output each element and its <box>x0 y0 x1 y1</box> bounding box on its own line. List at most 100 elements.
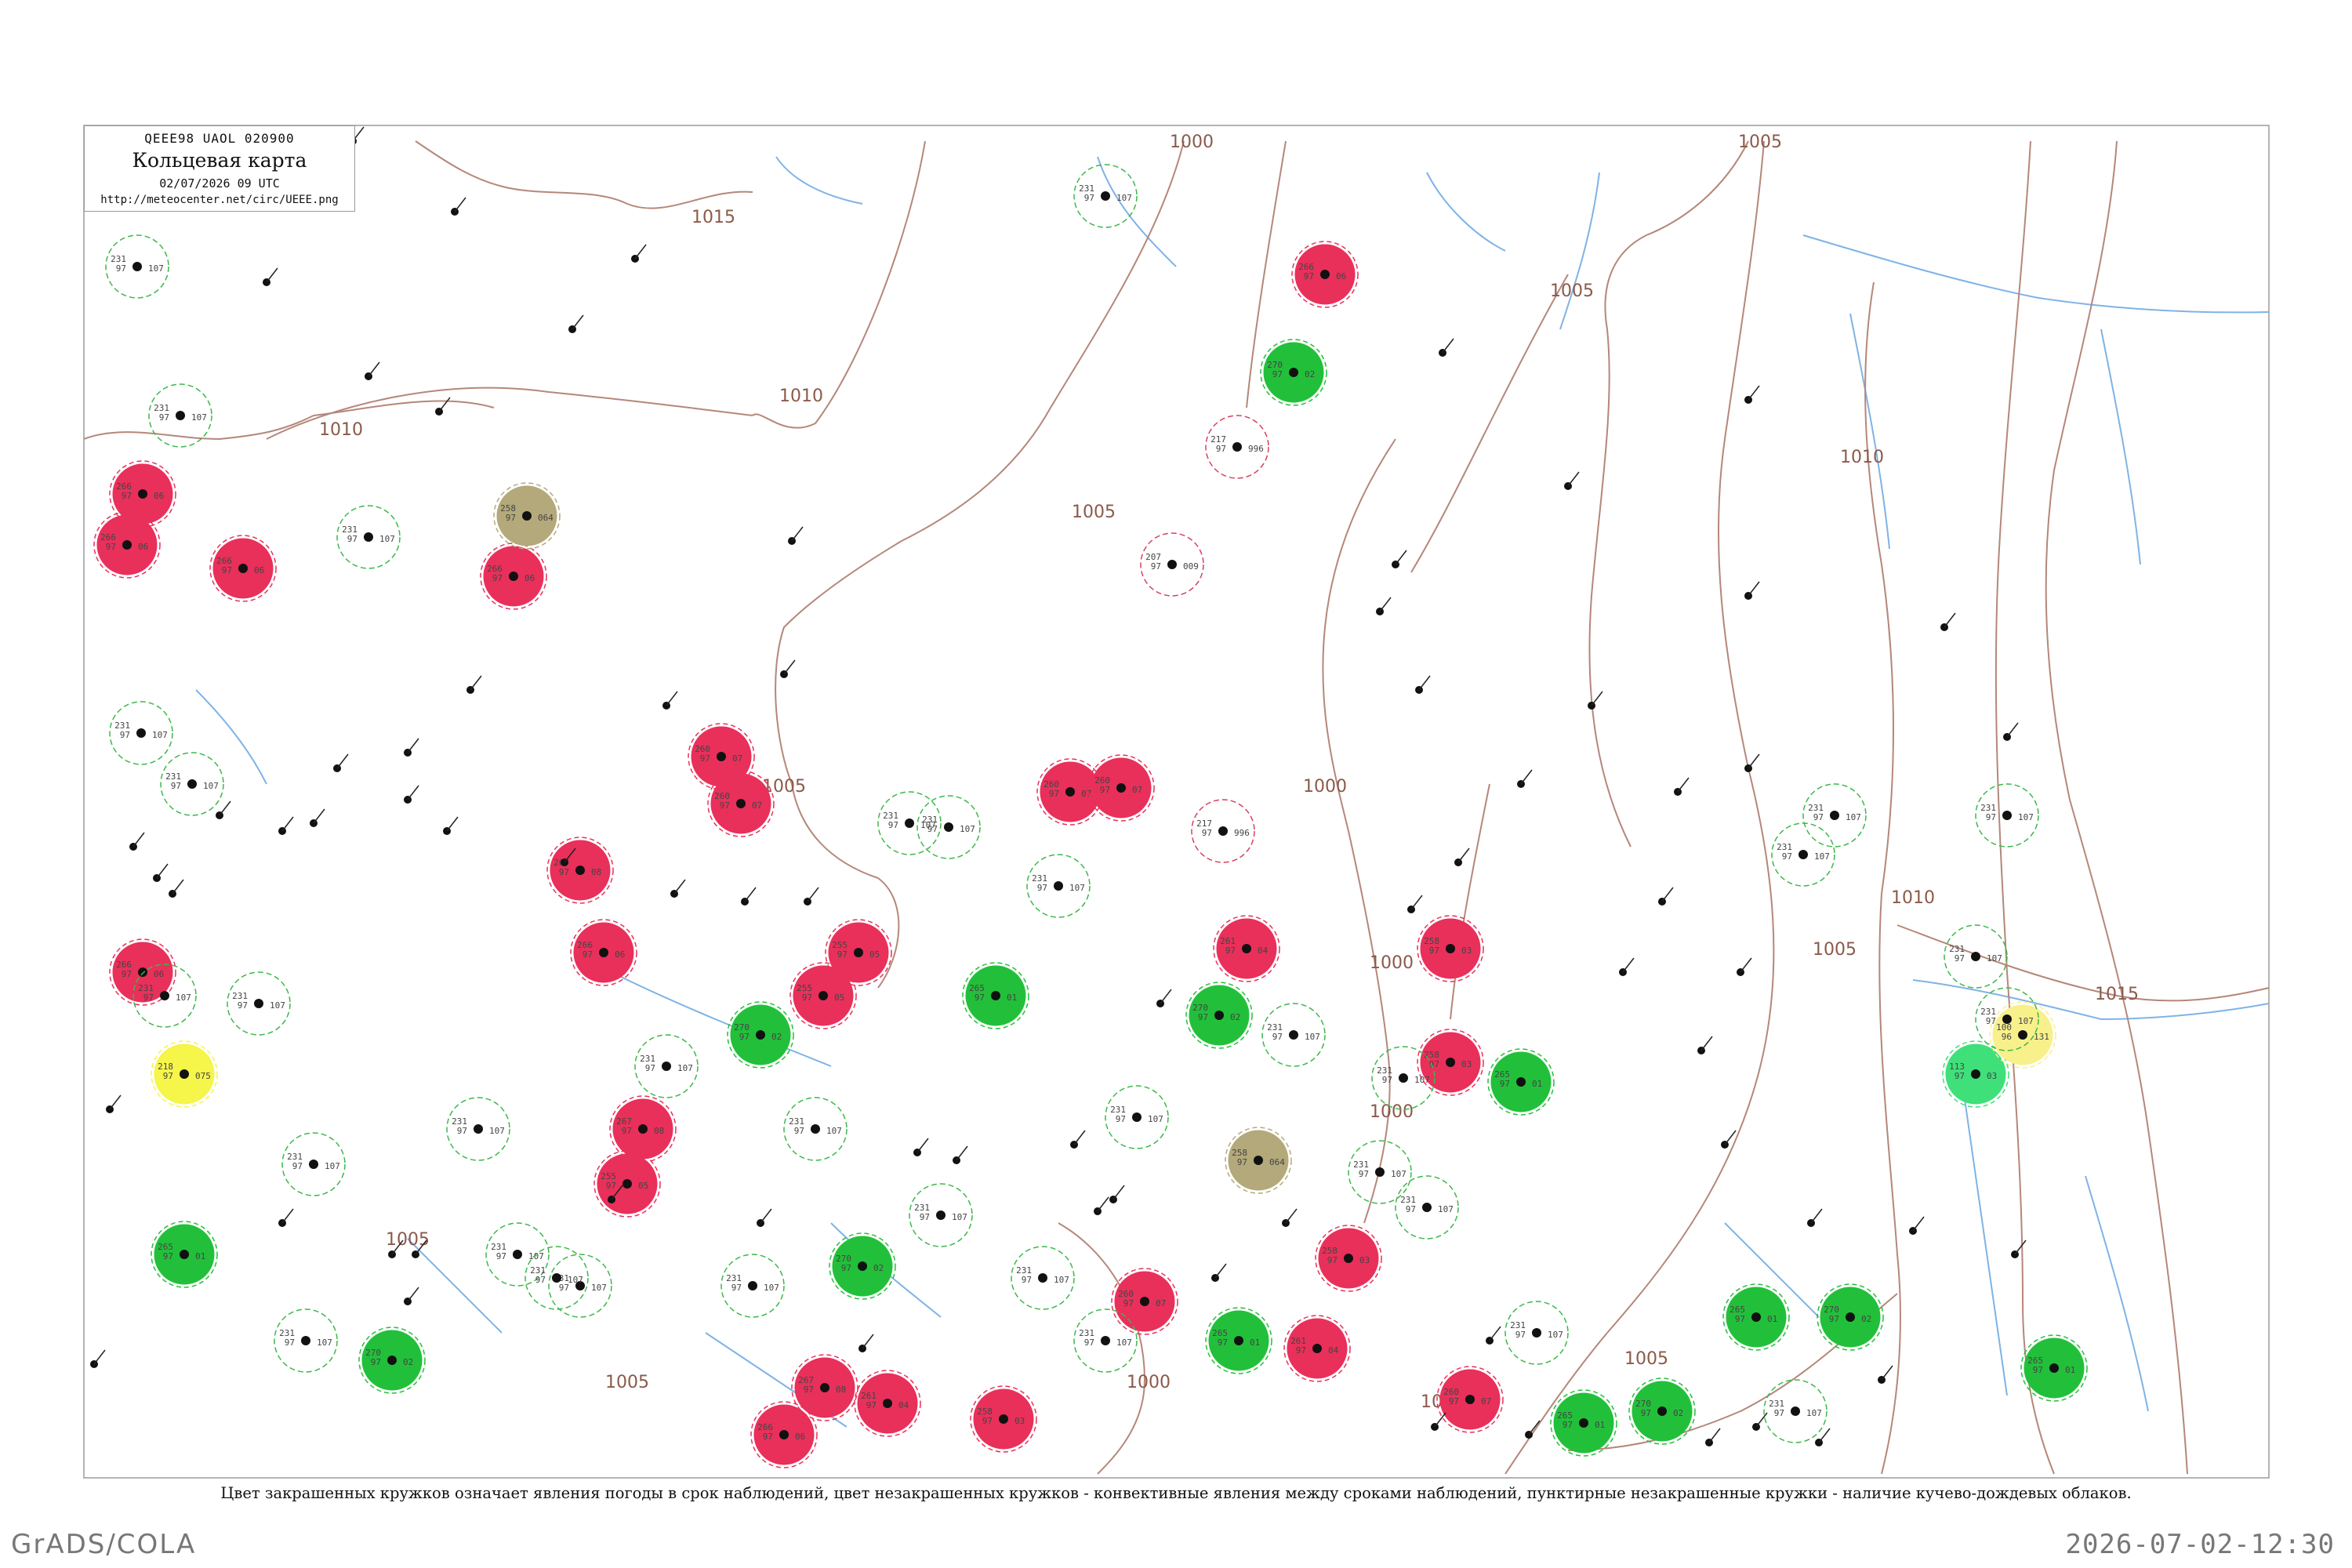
visibility-value: 97 <box>1406 1204 1416 1214</box>
tendency-value: 01 <box>1250 1338 1260 1348</box>
tendency-value: 07 <box>732 753 742 764</box>
visibility-value: 97 <box>559 867 569 877</box>
cloud-cover-icon <box>522 511 532 521</box>
visibility-value: 97 <box>1049 789 1059 799</box>
cloud-cover-icon <box>1232 442 1242 452</box>
visibility-value: 97 <box>1782 851 1792 862</box>
tendency-value: 07 <box>1156 1298 1166 1308</box>
visibility-value: 97 <box>1237 1157 1247 1167</box>
map-legend-box: QEEE98 UAOL 020900 Кольцевая карта 02/07… <box>84 125 355 212</box>
cloud-cover-icon <box>1399 1073 1408 1083</box>
tendency-value: 03 <box>1461 946 1472 956</box>
tendency-value: 08 <box>654 1126 664 1136</box>
cloud-cover-icon <box>1516 1077 1526 1087</box>
tendency-value: 107 <box>1814 851 1830 862</box>
tendency-value: 131 <box>2034 1032 2049 1042</box>
visibility-value: 97 <box>1198 1012 1208 1022</box>
visibility-value: 97 <box>1563 1420 1573 1430</box>
tendency-value: 03 <box>1461 1059 1472 1069</box>
cloud-cover-icon <box>1101 1336 1110 1345</box>
tendency-value: 107 <box>317 1338 332 1348</box>
tendency-value: 107 <box>826 1126 842 1136</box>
cloud-cover-icon <box>1167 560 1177 569</box>
tendency-value: 07 <box>1132 785 1142 795</box>
visibility-value: 97 <box>1829 1314 1839 1324</box>
visibility-value: 97 <box>120 730 130 740</box>
tendency-value: 107 <box>1116 193 1132 203</box>
cloud-cover-icon <box>364 532 373 542</box>
cloud-cover-icon <box>1065 787 1075 797</box>
cloud-cover-icon <box>2002 1014 2012 1024</box>
visibility-value: 97 <box>1327 1255 1338 1265</box>
cloud-cover-icon <box>136 728 146 738</box>
cloud-cover-icon <box>748 1281 757 1290</box>
tendency-value: 01 <box>2065 1365 2075 1375</box>
map-url: http://meteocenter.net/circ/UEEE.png <box>100 194 339 206</box>
cloud-cover-icon <box>474 1124 483 1134</box>
visibility-value: 97 <box>492 573 503 583</box>
visibility-value: 97 <box>1022 1275 1032 1285</box>
visibility-value: 97 <box>238 1000 248 1011</box>
tendency-value: 08 <box>836 1385 846 1395</box>
cloud-cover-icon <box>1846 1312 1855 1322</box>
visibility-value: 97 <box>1100 785 1110 795</box>
cloud-cover-icon <box>820 1383 829 1392</box>
tendency-value: 107 <box>568 1275 583 1285</box>
cloud-cover-icon <box>1830 811 1839 820</box>
cloud-cover-icon <box>254 999 263 1008</box>
cloud-cover-icon <box>122 540 132 550</box>
visibility-value: 97 <box>1641 1408 1651 1418</box>
cloud-cover-icon <box>1312 1344 1322 1353</box>
visibility-value: 97 <box>1304 271 1314 281</box>
visibility-value: 97 <box>506 513 516 523</box>
visibility-value: 97 <box>982 1416 993 1426</box>
visibility-value: 97 <box>1955 1071 1965 1081</box>
tendency-value: 01 <box>195 1251 205 1261</box>
cloud-cover-icon <box>176 411 185 420</box>
isobar-label: 1000 <box>1370 953 1414 973</box>
tendency-value: 107 <box>2018 1016 2034 1026</box>
visibility-value: 97 <box>2033 1365 2043 1375</box>
render-timestamp: 2026-07-02-12:30 <box>2065 1529 2335 1560</box>
cloud-cover-icon <box>1214 1011 1224 1020</box>
visibility-value: 97 <box>1429 946 1439 956</box>
isobar-label: 1010 <box>1840 448 1884 467</box>
cloud-cover-icon <box>1446 1058 1455 1067</box>
cloud-cover-icon <box>1101 191 1110 201</box>
tendency-value: 04 <box>1258 946 1269 956</box>
cloud-cover-icon <box>1971 952 1980 961</box>
cloud-cover-icon <box>1054 881 1063 891</box>
isobar-label: 1010 <box>319 420 363 440</box>
visibility-value: 97 <box>888 820 898 830</box>
tendency-value: 107 <box>1069 883 1085 893</box>
tendency-value: 03 <box>1359 1255 1370 1265</box>
tendency-value: 107 <box>1806 1408 1822 1418</box>
isobar-label: 1005 <box>1550 281 1594 301</box>
tendency-value: 107 <box>270 1000 285 1011</box>
visibility-value: 97 <box>700 753 710 764</box>
visibility-value: 97 <box>116 263 126 274</box>
cloud-cover-icon <box>160 991 169 1000</box>
visibility-value: 97 <box>122 969 132 979</box>
isobar-label: 1010 <box>1891 888 1935 908</box>
visibility-value: 97 <box>347 534 358 544</box>
tendency-value: 107 <box>2018 812 2034 822</box>
tendency-value: 06 <box>254 565 264 575</box>
tendency-value: 107 <box>1846 812 1861 822</box>
cloud-cover-icon <box>883 1399 892 1408</box>
visibility-value: 97 <box>1382 1075 1392 1085</box>
cloud-cover-icon <box>854 948 863 957</box>
isobar-label: 1015 <box>2095 985 2139 1004</box>
tendency-value: 107 <box>1305 1032 1320 1042</box>
isobar-label: 1010 <box>779 387 823 406</box>
visibility-value: 97 <box>622 1126 632 1136</box>
cloud-cover-icon <box>1465 1395 1475 1404</box>
cloud-cover-icon <box>1971 1069 1980 1079</box>
cloud-cover-icon <box>187 779 197 789</box>
tendency-value: 107 <box>489 1126 505 1136</box>
tendency-value: 107 <box>1548 1330 1563 1340</box>
cloud-cover-icon <box>1289 368 1298 377</box>
visibility-value: 97 <box>920 1212 930 1222</box>
isobar-label: 1000 <box>1170 132 1214 152</box>
tendency-value: 08 <box>591 867 601 877</box>
